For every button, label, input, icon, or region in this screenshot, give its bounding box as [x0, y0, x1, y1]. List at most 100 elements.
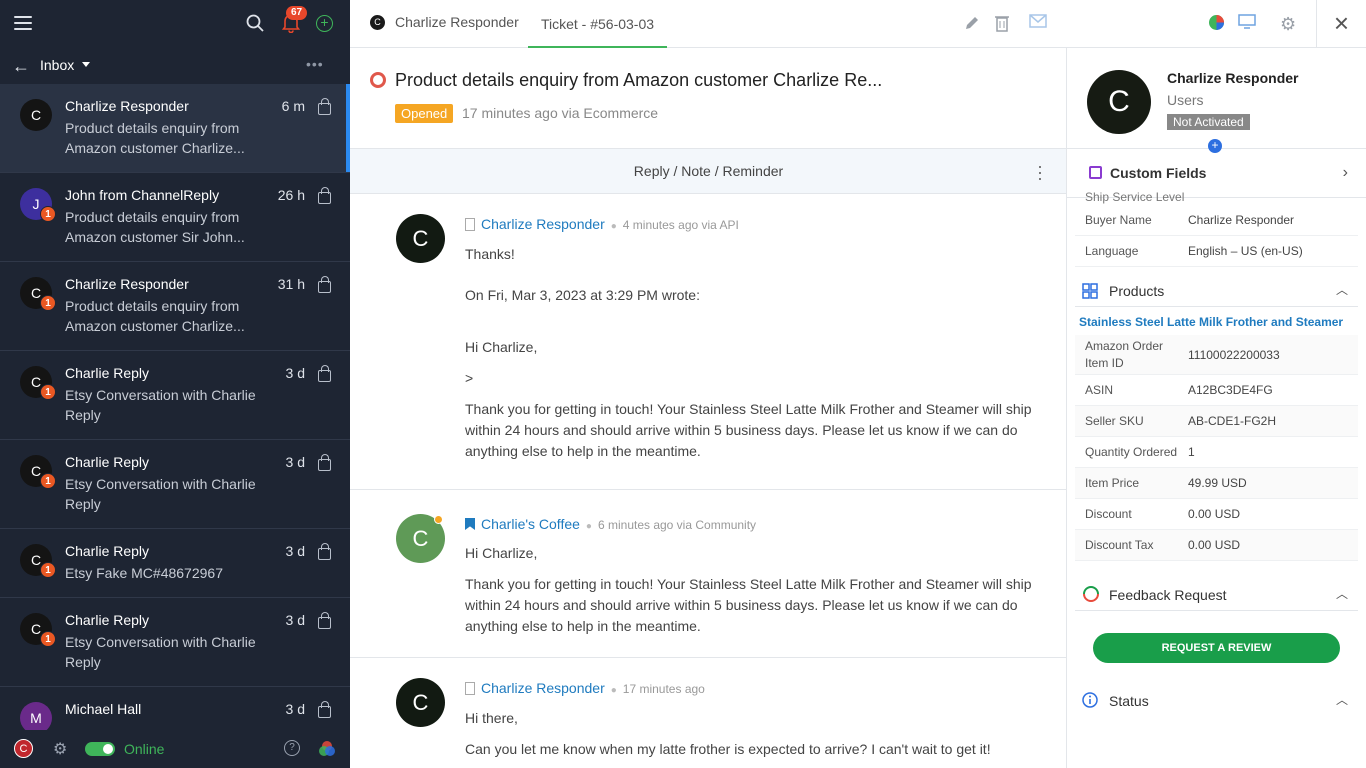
- search-icon[interactable]: [246, 14, 264, 32]
- conversation-item[interactable]: J 1 John from ChannelReply 26 h Product …: [0, 173, 350, 262]
- field-row: Quantity Ordered 1: [1075, 437, 1358, 468]
- online-dot: [434, 515, 443, 524]
- sidebar: 67 + ← Inbox ••• C Charlize Responder 6 …: [0, 0, 350, 768]
- message-author[interactable]: Charlize Responder: [481, 216, 605, 232]
- custom-fields-list: Ship Service Level Buyer Name Charlize Re…: [1075, 191, 1358, 717]
- message-line: Hi Charlize,: [465, 545, 538, 561]
- avatar: C: [20, 99, 52, 131]
- request-review-button[interactable]: REQUEST A REVIEW: [1093, 633, 1340, 663]
- lock-icon[interactable]: [318, 543, 331, 560]
- reply-note-reminder-bar[interactable]: Reply / Note / Reminder · · ·: [350, 148, 1066, 194]
- avatar: C: [396, 678, 445, 727]
- online-status-label: Online: [124, 741, 165, 757]
- ticket-meta: 17 minutes ago via Ecommerce: [462, 105, 659, 121]
- conversation-item[interactable]: C 1 Charlie Reply 3 d Etsy Fake MC#48672…: [0, 529, 350, 598]
- lock-icon[interactable]: [318, 612, 331, 629]
- conversation-item[interactable]: C 1 Charlie Reply 3 d Etsy Conversation …: [0, 351, 350, 440]
- field-label: Buyer Name: [1085, 213, 1152, 227]
- close-icon[interactable]: ×: [1316, 0, 1366, 48]
- more-options-icon[interactable]: •••: [306, 57, 324, 71]
- lock-icon[interactable]: [318, 187, 331, 204]
- lock-icon[interactable]: [318, 276, 331, 293]
- trash-icon[interactable]: [994, 14, 1010, 32]
- gear-icon[interactable]: ⚙: [53, 739, 67, 759]
- conversation-preview: Product details enquiry from Amazon cust…: [65, 298, 245, 334]
- monitor-icon[interactable]: [1238, 14, 1256, 30]
- message-meta: 6 minutes ago via Community: [597, 518, 757, 532]
- conversation-item[interactable]: C Charlize Responder 6 m Product details…: [0, 84, 350, 173]
- message-body: Hi there, Can you let me know when my la…: [465, 708, 1035, 768]
- conversation-preview: Product details enquiry from Amazon cust…: [65, 120, 245, 156]
- user-avatar[interactable]: C: [14, 739, 33, 758]
- contact-role: Users: [1167, 92, 1204, 108]
- field-label: Discount Tax: [1085, 538, 1154, 552]
- field-label: Language: [1085, 244, 1139, 258]
- email-icon[interactable]: [1029, 14, 1047, 28]
- tab-contact-label: Charlize Responder: [395, 14, 519, 30]
- field-row: Amazon Order Item ID 11100022200033: [1075, 335, 1358, 375]
- contact-name[interactable]: Charlize Responder: [1167, 70, 1298, 86]
- add-button[interactable]: +: [1208, 139, 1222, 153]
- caret-down-icon[interactable]: [82, 62, 90, 67]
- field-value: Charlize Responder: [1188, 213, 1295, 227]
- online-toggle[interactable]: [85, 742, 115, 756]
- chevron-up-icon[interactable]: ︿: [1336, 585, 1348, 602]
- unread-badge: 1: [40, 562, 56, 578]
- message-meta: 4 minutes ago via API: [622, 218, 739, 232]
- notification-badge: 67: [286, 6, 308, 20]
- chevron-up-icon[interactable]: ︿: [1336, 691, 1348, 708]
- message-line: On Fri, Mar 3, 2023 at 3:29 PM wrote:: [465, 287, 700, 303]
- conversation-name: Charlie Reply: [65, 543, 150, 559]
- field-value: A12BC3DE4FG: [1188, 383, 1273, 397]
- message-body: Thanks! On Fri, Mar 3, 2023 at 3:29 PM w…: [465, 244, 1035, 472]
- chevron-right-icon[interactable]: ›: [1343, 164, 1348, 182]
- conversation-time: 26 h: [277, 187, 305, 203]
- sidebar-header: 67 +: [0, 0, 350, 48]
- sidebar-footer: C ⚙ Online ?: [0, 730, 350, 768]
- settings-gear-icon[interactable]: ⚙: [1280, 14, 1296, 35]
- field-value: 11100022200033: [1188, 347, 1280, 362]
- message-author[interactable]: Charlie's Coffee: [481, 516, 580, 532]
- tab-ticket[interactable]: Ticket - #56-03-03: [528, 0, 667, 48]
- message-line: Can you let me know when my latte frothe…: [465, 741, 991, 757]
- field-row: Buyer Name Charlize Responder: [1075, 205, 1358, 236]
- chevron-up-icon[interactable]: ︿: [1336, 281, 1348, 298]
- message-author[interactable]: Charlize Responder: [481, 680, 605, 696]
- field-row: Seller SKU AB-CDE1-FG2H: [1075, 406, 1358, 437]
- lock-icon[interactable]: [318, 454, 331, 471]
- field-row: Item Price 49.99 USD: [1075, 468, 1358, 499]
- feedback-section-header[interactable]: Feedback Request ︿: [1075, 577, 1358, 611]
- status-badge[interactable]: Opened: [395, 104, 454, 123]
- kebab-menu-icon[interactable]: · · ·: [1037, 157, 1043, 187]
- field-label: Seller SKU: [1085, 414, 1144, 428]
- activation-status-badge: Not Activated: [1167, 114, 1250, 130]
- ticket-title: Product details enquiry from Amazon cust…: [395, 70, 883, 90]
- field-value: 0.00 USD: [1188, 507, 1241, 521]
- analytics-pie-icon[interactable]: [1208, 14, 1225, 31]
- field-value: 49.99 USD: [1188, 476, 1247, 490]
- menu-icon[interactable]: [14, 16, 32, 30]
- tab-contact[interactable]: C Charlize Responder: [370, 14, 519, 30]
- products-section-header[interactable]: Products ︿: [1075, 273, 1358, 307]
- unread-badge: 1: [40, 295, 56, 311]
- back-arrow-icon[interactable]: ←: [12, 57, 30, 75]
- custom-fields-label: Custom Fields: [1110, 165, 1207, 181]
- conversation-name: Charlize Responder: [65, 98, 189, 114]
- inbox-dropdown[interactable]: Inbox: [40, 57, 74, 73]
- field-value: AB-CDE1-FG2H: [1188, 414, 1277, 428]
- status-section-header[interactable]: Status ︿: [1075, 683, 1358, 717]
- lock-icon[interactable]: [318, 98, 331, 115]
- conversation-item[interactable]: C 1 Charlize Responder 31 h Product deta…: [0, 262, 350, 351]
- lock-icon[interactable]: [318, 365, 331, 382]
- message-line: Thank you for getting in touch! Your Sta…: [465, 576, 1032, 634]
- help-icon[interactable]: ?: [284, 740, 300, 756]
- conversation-item[interactable]: C 1 Charlie Reply 3 d Etsy Conversation …: [0, 440, 350, 529]
- edit-icon[interactable]: [963, 14, 981, 32]
- product-link[interactable]: Stainless Steel Latte Milk Frother and S…: [1075, 307, 1358, 335]
- apps-icon[interactable]: [318, 740, 336, 758]
- conversation-name: Michael Hall: [65, 701, 142, 717]
- conversation-item[interactable]: C 1 Charlie Reply 3 d Etsy Conversation …: [0, 598, 350, 687]
- lock-icon[interactable]: [318, 701, 331, 718]
- new-conversation-button[interactable]: +: [316, 15, 333, 32]
- custom-fields-icon: [1089, 166, 1102, 179]
